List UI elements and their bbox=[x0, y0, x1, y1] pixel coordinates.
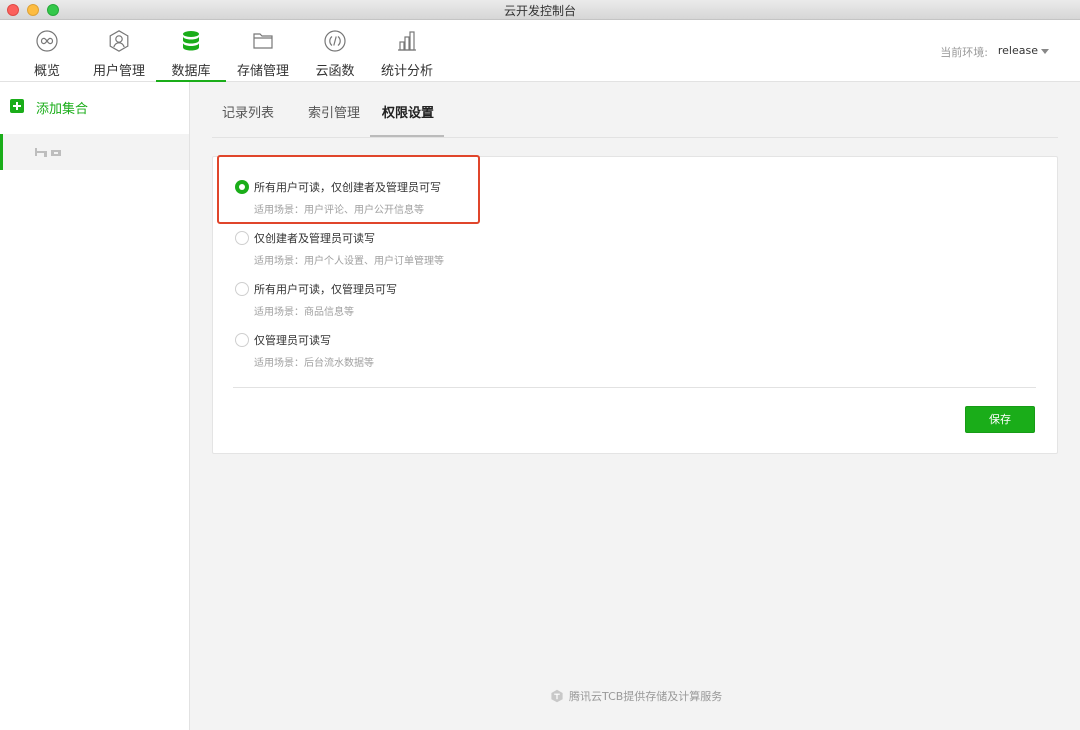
permission-option[interactable]: 所有用户可读，仅创建者及管理员可写 适用场景：用户评论、用户公开信息等 bbox=[235, 179, 935, 223]
collection-name-redacted bbox=[35, 148, 61, 157]
window-titlebar: 云开发控制台 bbox=[0, 0, 1080, 20]
tab-index-management[interactable]: 索引管理 bbox=[308, 102, 360, 135]
toolbar-item-label: 数据库 bbox=[171, 64, 211, 79]
function-icon bbox=[324, 30, 346, 52]
permission-option[interactable]: 仅创建者及管理员可读写 适用场景：用户个人设置、用户订单管理等 bbox=[235, 230, 935, 274]
permission-option-desc: 适用场景：用户评论、用户公开信息等 bbox=[254, 205, 424, 216]
environment-label: 当前环境: bbox=[940, 46, 988, 59]
permission-option-title[interactable]: 所有用户可读，仅创建者及管理员可写 bbox=[254, 179, 441, 195]
tencent-cloud-logo-icon bbox=[551, 689, 563, 703]
bar-chart-icon bbox=[398, 31, 416, 51]
permission-settings-panel: 所有用户可读，仅创建者及管理员可写 适用场景：用户评论、用户公开信息等 仅创建者… bbox=[212, 156, 1058, 454]
radio-button[interactable] bbox=[235, 282, 249, 296]
save-button[interactable]: 保存 bbox=[965, 406, 1035, 433]
chevron-down-icon[interactable] bbox=[1041, 49, 1049, 54]
toolbar-item-overview[interactable]: 概览 bbox=[22, 20, 72, 82]
permission-option-desc: 适用场景：商品信息等 bbox=[254, 307, 354, 318]
radio-button[interactable] bbox=[235, 333, 249, 347]
divider bbox=[233, 387, 1036, 388]
permission-option-title[interactable]: 仅管理员可读写 bbox=[254, 332, 331, 348]
tab-record-list[interactable]: 记录列表 bbox=[222, 102, 274, 135]
toolbar-item-label: 云函数 bbox=[315, 64, 355, 79]
footer-text: 腾讯云TCB提供存储及计算服务 bbox=[569, 690, 723, 703]
permission-option[interactable]: 仅管理员可读写 适用场景：后台流水数据等 bbox=[235, 332, 935, 376]
window-title: 云开发控制台 bbox=[503, 4, 576, 18]
toolbar-item-label: 概览 bbox=[33, 64, 60, 79]
collection-item[interactable] bbox=[0, 134, 189, 170]
collection-sidebar: 添加集合 bbox=[0, 82, 190, 730]
database-tabs: 记录列表 索引管理 权限设置 bbox=[212, 82, 1058, 138]
user-icon bbox=[109, 30, 129, 52]
database-icon bbox=[183, 31, 199, 51]
infinity-icon bbox=[36, 30, 58, 52]
permission-option-title[interactable]: 仅创建者及管理员可读写 bbox=[254, 230, 375, 246]
radio-button[interactable] bbox=[235, 231, 249, 245]
permission-option[interactable]: 所有用户可读，仅管理员可写 适用场景：商品信息等 bbox=[235, 281, 935, 325]
toolbar-item-user-management[interactable]: 用户管理 bbox=[88, 20, 150, 82]
toolbar-item-database[interactable]: 数据库 bbox=[156, 20, 226, 82]
toolbar-item-cloud-functions[interactable]: 云函数 bbox=[308, 20, 362, 82]
toolbar-item-analytics[interactable]: 统计分析 bbox=[376, 20, 438, 82]
plus-icon bbox=[10, 99, 24, 113]
toolbar-item-label: 用户管理 bbox=[92, 64, 145, 79]
permission-option-desc: 适用场景：后台流水数据等 bbox=[254, 358, 374, 369]
environment-select[interactable]: release bbox=[998, 44, 1038, 57]
permission-option-title[interactable]: 所有用户可读，仅管理员可写 bbox=[254, 281, 397, 297]
folder-icon bbox=[253, 33, 273, 49]
main-toolbar: 概览 用户管理 数据库 存储管理 云函数 统计分析 当前环境: release bbox=[0, 20, 1080, 82]
toolbar-item-label: 统计分析 bbox=[380, 64, 433, 79]
toolbar-item-storage[interactable]: 存储管理 bbox=[232, 20, 294, 82]
toolbar-item-label: 存储管理 bbox=[236, 64, 289, 79]
permission-option-desc: 适用场景：用户个人设置、用户订单管理等 bbox=[254, 256, 444, 267]
add-collection-label: 添加集合 bbox=[36, 102, 89, 117]
tab-permission-settings[interactable]: 权限设置 bbox=[370, 102, 445, 137]
radio-button-checked[interactable] bbox=[235, 180, 249, 194]
